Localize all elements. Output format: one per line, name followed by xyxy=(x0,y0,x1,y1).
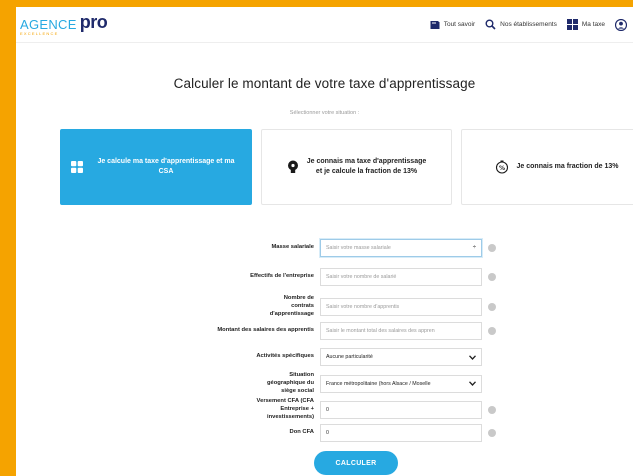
masse-salariale-stepper[interactable]: ÷ xyxy=(473,245,476,251)
contrats-placeholder: Saisir votre nombre d'apprentis xyxy=(326,303,400,310)
nav-account[interactable] xyxy=(615,18,627,31)
row-salaires: Montant des salaires des apprentis Saisi… xyxy=(16,322,633,340)
activites-label: Activités spécifiques xyxy=(256,353,314,360)
page-subtitle: Sélectionner votre situation : xyxy=(289,110,360,116)
activites-value: Aucune particularité xyxy=(326,354,373,360)
card-calcule-taxe-csa-label: Je calcule ma taxe d'apprentissage et ma… xyxy=(97,157,235,175)
situation-cards: Je calcule ma taxe d'apprentissage et ma… xyxy=(60,129,633,205)
card-connais-taxe[interactable]: Je connais ma taxe d'apprentissage et je… xyxy=(261,129,452,205)
contrats-input[interactable]: Saisir votre nombre d'apprentis xyxy=(320,297,482,316)
versement-value: 0 xyxy=(326,406,329,413)
help-icon[interactable] xyxy=(488,327,496,335)
user-icon xyxy=(615,18,627,31)
situation-label: Situation géographique du siège social xyxy=(266,372,314,394)
card-calcule-taxe-csa[interactable]: Je calcule ma taxe d'apprentissage et ma… xyxy=(60,129,252,205)
card-connais-fraction-label: Je connais ma fraction de 13% xyxy=(516,162,619,170)
help-icon[interactable] xyxy=(488,429,496,437)
masse-salariale-input[interactable]: Saisir votre masse salariale ÷ xyxy=(320,239,482,257)
top-nav: Tout savoir Nos établissements Ma taxe xyxy=(430,18,627,31)
page-title: Calculer le montant de votre taxe d'appr… xyxy=(173,76,476,91)
logo-agence-text: AGENCE xyxy=(20,17,77,32)
activites-select[interactable]: Aucune particularité xyxy=(320,348,482,366)
help-icon[interactable] xyxy=(488,244,496,252)
row-masse-salariale: Masse salariale Saisir votre masse salar… xyxy=(16,239,633,257)
help-icon[interactable] xyxy=(488,405,496,414)
situation-select[interactable]: France métropolitaine (hors Alsace / Mos… xyxy=(320,374,482,393)
chevron-down-icon xyxy=(469,381,476,387)
nav-etablissements[interactable]: Nos établissements xyxy=(485,19,557,30)
nav-tout-savoir[interactable]: Tout savoir xyxy=(430,20,475,30)
situation-value: France métropolitaine (hors Alsace / Mos… xyxy=(326,380,431,387)
versement-label: Versement CFA (CFA Entreprise + investis… xyxy=(256,398,314,420)
masse-salariale-label: Masse salariale xyxy=(271,244,314,251)
don-value: 0 xyxy=(326,430,329,436)
logo-subtitle: EXCELLENCE xyxy=(20,31,59,36)
salaires-label: Montant des salaires des apprentis xyxy=(217,327,314,334)
salaires-placeholder: Saisir le montant total des salaires des… xyxy=(326,328,435,334)
grid-icon xyxy=(566,19,578,30)
book-icon xyxy=(430,20,440,30)
page: AGENCE pro EXCELLENCE Tout savoir Nos ét… xyxy=(16,7,633,476)
site-header: AGENCE pro EXCELLENCE Tout savoir Nos ét… xyxy=(16,7,633,43)
nav-ma-taxe-label: Ma taxe xyxy=(581,21,605,28)
svg-text:%: % xyxy=(499,165,505,172)
calculator-icon xyxy=(71,161,83,173)
row-activites: Activités spécifiques Aucune particulari… xyxy=(16,348,633,366)
nav-ma-taxe[interactable]: Ma taxe xyxy=(566,19,605,30)
masse-salariale-placeholder: Saisir votre masse salariale xyxy=(326,245,391,251)
row-versement: Versement CFA (CFA Entreprise + investis… xyxy=(16,398,633,421)
nav-tout-savoir-label: Tout savoir xyxy=(443,21,476,28)
calculer-button[interactable]: CALCULER xyxy=(314,451,398,475)
card-connais-fraction[interactable]: % Je connais ma fraction de 13% xyxy=(461,129,633,205)
don-input[interactable]: 0 xyxy=(320,424,482,442)
row-contrats: Nombre de contrats d'apprentissage Saisi… xyxy=(16,295,633,318)
bulb-icon xyxy=(287,160,299,174)
don-label: Don CFA xyxy=(289,429,314,436)
versement-input[interactable]: 0 xyxy=(320,400,482,419)
effectifs-label: Effectifs de l'entreprise xyxy=(250,273,314,280)
card-connais-taxe-label: Je connais ma taxe d'apprentissage et je… xyxy=(306,157,427,175)
nav-etablissements-label: Nos établissements xyxy=(500,21,557,28)
help-icon[interactable] xyxy=(488,273,496,281)
contrats-label: Nombre de contrats d'apprentissage xyxy=(269,295,314,317)
help-icon[interactable] xyxy=(488,302,496,311)
row-situation: Situation géographique du siège social F… xyxy=(16,372,633,395)
row-effectifs: Effectifs de l'entreprise Saisir votre n… xyxy=(16,268,633,286)
chevron-down-icon xyxy=(469,354,476,360)
search-icon xyxy=(485,19,496,30)
effectifs-placeholder: Saisir votre nombre de salarié xyxy=(326,274,397,280)
percent-icon: % xyxy=(495,160,509,174)
salaires-input[interactable]: Saisir le montant total des salaires des… xyxy=(320,322,482,340)
logo[interactable]: AGENCE pro EXCELLENCE xyxy=(20,12,108,36)
logo-pro-text: pro xyxy=(79,12,108,32)
effectifs-input[interactable]: Saisir votre nombre de salarié xyxy=(320,268,482,286)
row-don: Don CFA 0 xyxy=(16,424,633,442)
